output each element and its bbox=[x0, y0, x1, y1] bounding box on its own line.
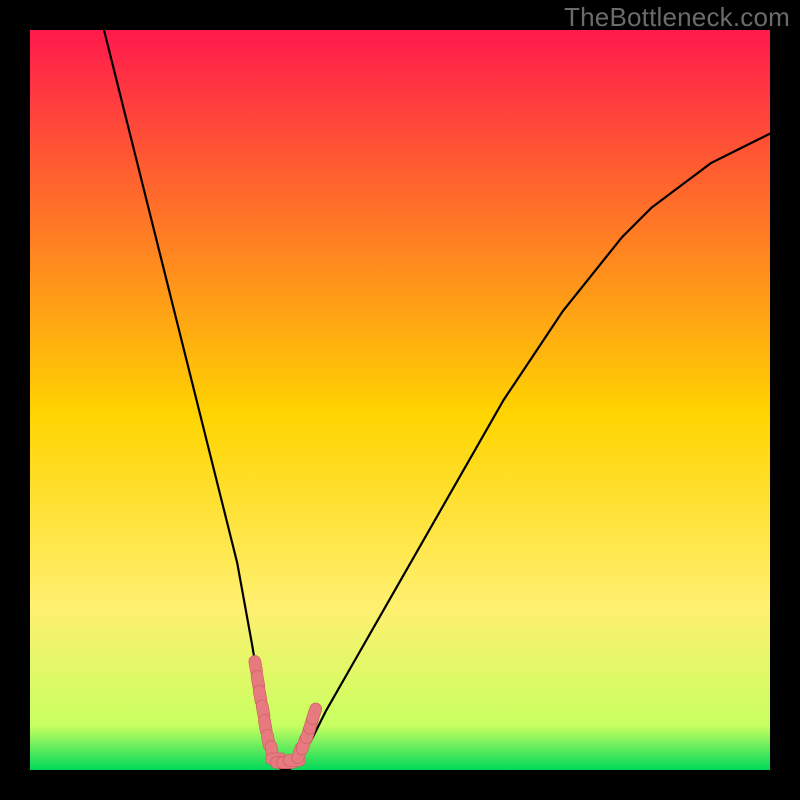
chart-frame: TheBottleneck.com bbox=[0, 0, 800, 800]
bottleneck-chart bbox=[30, 30, 770, 770]
plot-area bbox=[30, 30, 770, 770]
watermark-text: TheBottleneck.com bbox=[564, 2, 790, 33]
gradient-background bbox=[30, 30, 770, 770]
